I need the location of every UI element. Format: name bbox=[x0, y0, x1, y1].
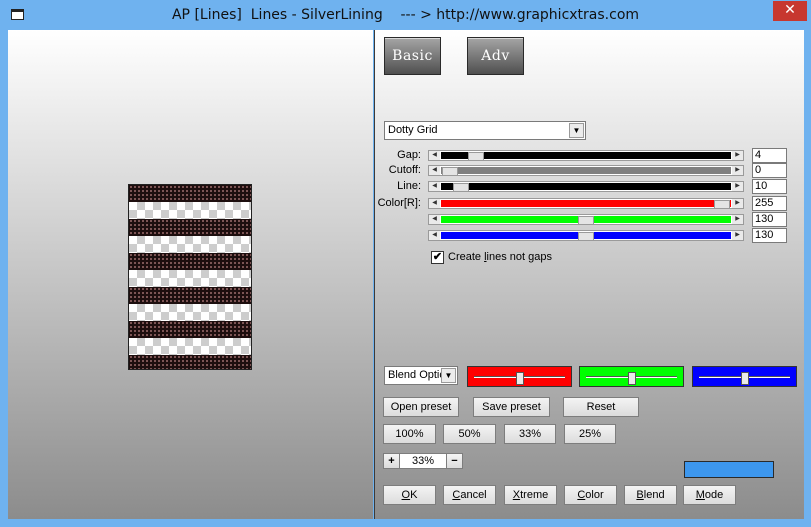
scroll-right-arrow-icon[interactable]: ▶ bbox=[732, 166, 743, 175]
mini-slider-track[interactable] bbox=[699, 372, 790, 385]
slider-thumb[interactable] bbox=[441, 167, 458, 176]
scroll-left-arrow-icon[interactable]: ◀ bbox=[429, 231, 440, 240]
slider-value-field[interactable]: 4 bbox=[752, 148, 787, 163]
color-swatch[interactable] bbox=[684, 461, 774, 478]
slider-track[interactable] bbox=[441, 200, 731, 209]
scroll-left-arrow-icon[interactable]: ◀ bbox=[429, 182, 440, 191]
slider-value-field[interactable]: 0 bbox=[752, 163, 787, 178]
adv-tab-button[interactable]: Adv bbox=[467, 37, 524, 75]
slider-value-field[interactable]: 130 bbox=[752, 228, 787, 243]
dialog-client: Basic Adv Dotty Grid ▼ Gap: ◀ ▶ 4 Cutoff: ◀ ▶ 0… bbox=[8, 30, 804, 519]
mini-slider-thumb[interactable] bbox=[627, 372, 636, 385]
scroll-right-arrow-icon[interactable]: ▶ bbox=[732, 182, 743, 191]
ok-button[interactable]: OK bbox=[383, 485, 436, 505]
zoom-25-button[interactable]: 25% bbox=[564, 424, 616, 444]
slider-scrollbar[interactable]: ◀ ▶ bbox=[428, 198, 744, 209]
slider-thumb[interactable] bbox=[578, 232, 594, 241]
slider-scrollbar[interactable]: ◀ ▶ bbox=[428, 165, 744, 176]
slider-thumb[interactable] bbox=[578, 216, 594, 225]
scroll-left-arrow-icon[interactable]: ◀ bbox=[429, 166, 440, 175]
slider-scrollbar[interactable]: ◀ ▶ bbox=[428, 181, 744, 192]
slider-track[interactable] bbox=[441, 232, 731, 241]
scroll-right-arrow-icon[interactable]: ▶ bbox=[732, 231, 743, 240]
slider-value-field[interactable]: 10 bbox=[752, 179, 787, 194]
slider-thumb[interactable] bbox=[714, 200, 731, 209]
zoom-33-button[interactable]: 33% bbox=[504, 424, 556, 444]
save-preset-button[interactable]: Save preset bbox=[473, 397, 550, 417]
slider-thumb[interactable] bbox=[467, 152, 484, 161]
mini-slider-thumb[interactable] bbox=[515, 372, 524, 385]
close-button[interactable]: ✕ bbox=[773, 1, 807, 21]
open-preset-button[interactable]: Open preset bbox=[383, 397, 459, 417]
scroll-left-arrow-icon[interactable]: ◀ bbox=[429, 199, 440, 208]
slider-track[interactable] bbox=[441, 216, 731, 225]
color-button[interactable]: Color bbox=[564, 485, 617, 505]
pattern-dropdown-value: Dotty Grid bbox=[388, 124, 438, 136]
chevron-down-icon[interactable]: ▼ bbox=[569, 123, 584, 138]
slider-thumb[interactable] bbox=[453, 183, 470, 192]
preview-panel bbox=[8, 30, 373, 519]
slider-scrollbar[interactable]: ◀ ▶ bbox=[428, 214, 744, 225]
controls-panel: Basic Adv Dotty Grid ▼ Gap: ◀ ▶ 4 Cutoff: ◀ ▶ 0… bbox=[374, 30, 804, 519]
slider-track[interactable] bbox=[441, 152, 731, 161]
blend-options-dropdown[interactable]: Blend Optic ▼ bbox=[384, 366, 458, 385]
create-lines-checkbox[interactable]: ✔ bbox=[431, 251, 444, 264]
pattern-dropdown[interactable]: Dotty Grid ▼ bbox=[384, 121, 586, 140]
scroll-left-arrow-icon[interactable]: ◀ bbox=[429, 215, 440, 224]
zoom-100-button[interactable]: 100% bbox=[383, 424, 436, 444]
scroll-right-arrow-icon[interactable]: ▶ bbox=[732, 199, 743, 208]
slider-label: Gap: bbox=[397, 149, 421, 161]
window-title: AP [Lines] Lines - SilverLining --- > ht… bbox=[171, 7, 640, 23]
color-channel-slider[interactable] bbox=[467, 366, 572, 387]
mode-button[interactable]: Mode bbox=[683, 485, 736, 505]
slider-scrollbar[interactable]: ◀ ▶ bbox=[428, 150, 744, 161]
cancel-button[interactable]: Cancel bbox=[443, 485, 496, 505]
mini-slider-track[interactable] bbox=[474, 372, 565, 385]
mini-slider-thumb[interactable] bbox=[740, 372, 749, 385]
xtreme-button[interactable]: Xtreme bbox=[504, 485, 557, 505]
preview-image bbox=[128, 184, 252, 370]
chevron-down-icon[interactable]: ▼ bbox=[441, 368, 456, 383]
slider-label: Color[R]: bbox=[377, 197, 421, 209]
zoom-in-button[interactable]: + bbox=[383, 453, 400, 469]
scroll-right-arrow-icon[interactable]: ▶ bbox=[732, 151, 743, 160]
zoom-out-button[interactable]: − bbox=[446, 453, 463, 469]
zoom-50-button[interactable]: 50% bbox=[443, 424, 496, 444]
scroll-right-arrow-icon[interactable]: ▶ bbox=[732, 215, 743, 224]
color-channel-slider[interactable] bbox=[579, 366, 684, 387]
mini-slider-track[interactable] bbox=[586, 372, 677, 385]
scroll-left-arrow-icon[interactable]: ◀ bbox=[429, 151, 440, 160]
slider-value-field[interactable]: 255 bbox=[752, 196, 787, 211]
slider-label: Cutoff: bbox=[388, 164, 421, 176]
slider-label: Line: bbox=[397, 180, 421, 192]
slider-value-field[interactable]: 130 bbox=[752, 212, 787, 227]
create-lines-label: Create lines not gaps bbox=[448, 251, 552, 263]
basic-tab-button[interactable]: Basic bbox=[384, 37, 441, 75]
color-channel-slider[interactable] bbox=[692, 366, 797, 387]
blend-button[interactable]: Blend bbox=[624, 485, 677, 505]
slider-track[interactable] bbox=[441, 183, 731, 192]
reset-button[interactable]: Reset bbox=[563, 397, 639, 417]
zoom-value-field[interactable]: 33% bbox=[400, 453, 446, 469]
slider-scrollbar[interactable]: ◀ ▶ bbox=[428, 230, 744, 241]
title-bar: AP [Lines] Lines - SilverLining --- > ht… bbox=[0, 0, 811, 30]
slider-track[interactable] bbox=[441, 167, 731, 176]
blend-dropdown-value: Blend Optic bbox=[388, 369, 445, 381]
